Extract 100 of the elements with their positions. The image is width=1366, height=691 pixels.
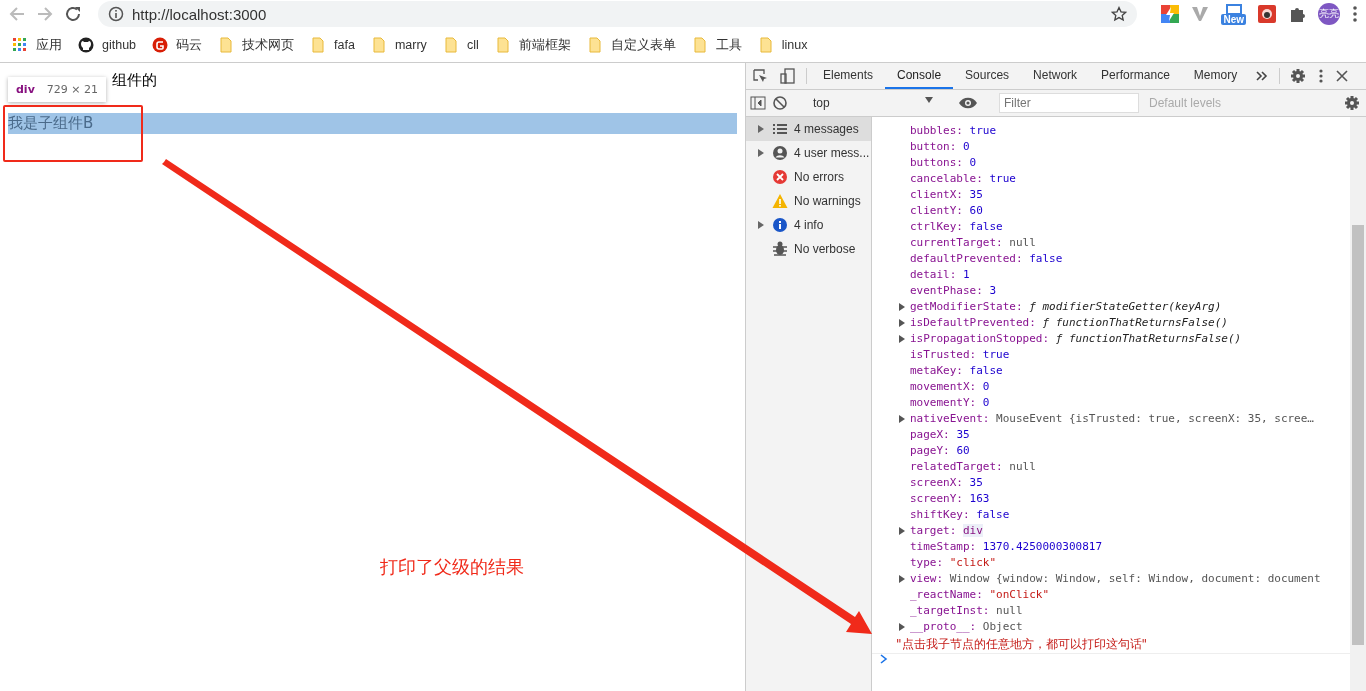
bookmark[interactable]: 前端框架	[494, 36, 571, 54]
console-property: bubbles: true	[910, 123, 997, 139]
new-badge: New	[1221, 13, 1246, 25]
close-icon[interactable]	[1336, 70, 1349, 82]
devtools-tab[interactable]: Performance	[1089, 63, 1182, 89]
bookmark[interactable]: marry	[370, 37, 427, 53]
dropdown-icon	[925, 96, 933, 104]
element-size: 729 × 21	[46, 83, 99, 96]
bookmark[interactable]: cll	[442, 37, 479, 53]
console-property: getModifierState: ƒ modifierStateGetter(keyArg)	[910, 299, 1222, 315]
sidebar-item[interactable]: 4 user mess...	[746, 141, 871, 165]
folder-icon	[494, 37, 511, 53]
console-property: clientY: 60	[910, 203, 983, 219]
console-property: metaKey: false	[910, 363, 1003, 379]
console-property: relatedTarget: null	[910, 459, 1036, 475]
sidebar-item[interactable]: 4 messages	[746, 117, 871, 141]
bookmark[interactable]: linux	[757, 37, 808, 53]
avatar[interactable]: 亮亮	[1318, 3, 1340, 25]
address-bar[interactable]: http://localhost:3000	[98, 1, 1138, 27]
clear-icon[interactable]	[772, 95, 788, 111]
folder-icon	[586, 37, 603, 53]
sidebar-item[interactable]: 4 info	[746, 213, 871, 237]
console-property: movementX: 0	[910, 379, 990, 395]
console-property: isPropagationStopped: ƒ functionThatReturnsFalse()	[910, 331, 1242, 347]
prompt-icon	[880, 654, 888, 664]
bookmark[interactable]: github	[78, 37, 137, 53]
console-property: clientX: 35	[910, 187, 983, 203]
inspect-icon[interactable]	[752, 68, 768, 84]
bookmark[interactable]: 工具	[691, 36, 742, 54]
console-property: buttons: 0	[910, 155, 977, 171]
console-property: button: 0	[910, 139, 970, 155]
window-icon[interactable]	[1225, 3, 1242, 14]
more-icon[interactable]	[1352, 5, 1358, 23]
console-property: type: "click"	[910, 555, 997, 571]
gitee-icon	[152, 37, 169, 53]
list-icon	[772, 121, 788, 137]
bug-icon	[772, 241, 788, 257]
console-property: eventPhase: 3	[910, 283, 997, 299]
filter-field[interactable]: Filter	[999, 93, 1139, 113]
devtools-tab[interactable]: Sources	[953, 63, 1022, 89]
scrollbar[interactable]	[1350, 117, 1366, 691]
more-icon[interactable]	[1318, 68, 1325, 84]
star-icon[interactable]	[1111, 6, 1128, 22]
bookmark[interactable]: fafa	[310, 37, 355, 53]
user-icon	[772, 145, 788, 161]
extension-icon[interactable]	[1258, 5, 1276, 23]
bookmark[interactable]: 自定义表单	[586, 36, 676, 54]
warning-icon	[772, 193, 788, 209]
error-icon	[772, 169, 788, 185]
sidebar-toggle-icon[interactable]	[750, 95, 766, 111]
folder-icon	[442, 37, 459, 53]
console-property: cancelable: true	[910, 171, 1016, 187]
expand-arrow-icon	[899, 527, 905, 535]
console-property: timeStamp: 1370.4250000300817	[910, 539, 1103, 555]
page-text: 组件的	[112, 71, 157, 91]
expand-arrow-icon	[899, 623, 905, 631]
folder-icon	[218, 37, 235, 53]
bookmark[interactable]: 码云	[152, 36, 203, 54]
chevron-icon[interactable]	[1255, 69, 1270, 83]
console-property: screenX: 35	[910, 475, 983, 491]
devtools-tab[interactable]: Memory	[1181, 63, 1250, 89]
console-property: movementY: 0	[910, 395, 990, 411]
console-property: view: Window {window: Window, self: Window, document: document	[910, 571, 1321, 587]
bookmark[interactable]: 应用	[12, 36, 62, 54]
console-property: isDefaultPrevented: ƒ functionThatReturnsFalse()	[910, 315, 1228, 331]
settings-icon[interactable]	[1344, 95, 1360, 111]
puzzle-icon[interactable]	[1288, 5, 1306, 23]
annotation-text: 打印了父级的结果	[380, 555, 524, 579]
console-property: pageY: 60	[910, 443, 970, 459]
url-text: http://localhost:3000	[132, 5, 267, 23]
console-property: defaultPrevented: false	[910, 251, 1063, 267]
folder-icon	[757, 37, 774, 53]
expand-arrow-icon	[899, 415, 905, 423]
expand-arrow-icon	[758, 125, 764, 133]
console-property: pageX: 35	[910, 427, 970, 443]
sidebar-item[interactable]: No errors	[746, 165, 871, 189]
console-property: __proto__: Object	[910, 619, 1023, 635]
console-property: screenY: 163	[910, 491, 990, 507]
highlighted-text: 我是子组件B	[8, 113, 737, 134]
reload-icon[interactable]	[64, 5, 82, 23]
bookmark[interactable]: 技术网页	[218, 36, 295, 54]
info-icon	[108, 6, 124, 22]
folder-icon	[370, 37, 387, 53]
eye-icon[interactable]	[958, 96, 978, 110]
expand-arrow-icon	[758, 221, 764, 229]
console-property: currentTarget: null	[910, 235, 1036, 251]
expand-arrow-icon	[758, 149, 764, 157]
console-property: nativeEvent: MouseEvent {isTrusted: true, screenX: 35, scree…	[910, 411, 1314, 427]
folder-icon	[691, 37, 708, 53]
devtools-tab[interactable]: Network	[1021, 63, 1090, 89]
github-icon	[78, 37, 94, 53]
device-icon[interactable]	[780, 68, 796, 84]
settings-icon[interactable]	[1290, 68, 1307, 84]
lightning-icon[interactable]	[1161, 5, 1180, 23]
expand-arrow-icon	[899, 575, 905, 583]
console-property: detail: 1	[910, 267, 970, 283]
context-select[interactable]: top	[809, 96, 937, 110]
sidebar-item[interactable]: No verbose	[746, 237, 871, 261]
sidebar-item[interactable]: No warnings	[746, 189, 871, 213]
devtools-tab[interactable]: Elements	[811, 63, 886, 89]
